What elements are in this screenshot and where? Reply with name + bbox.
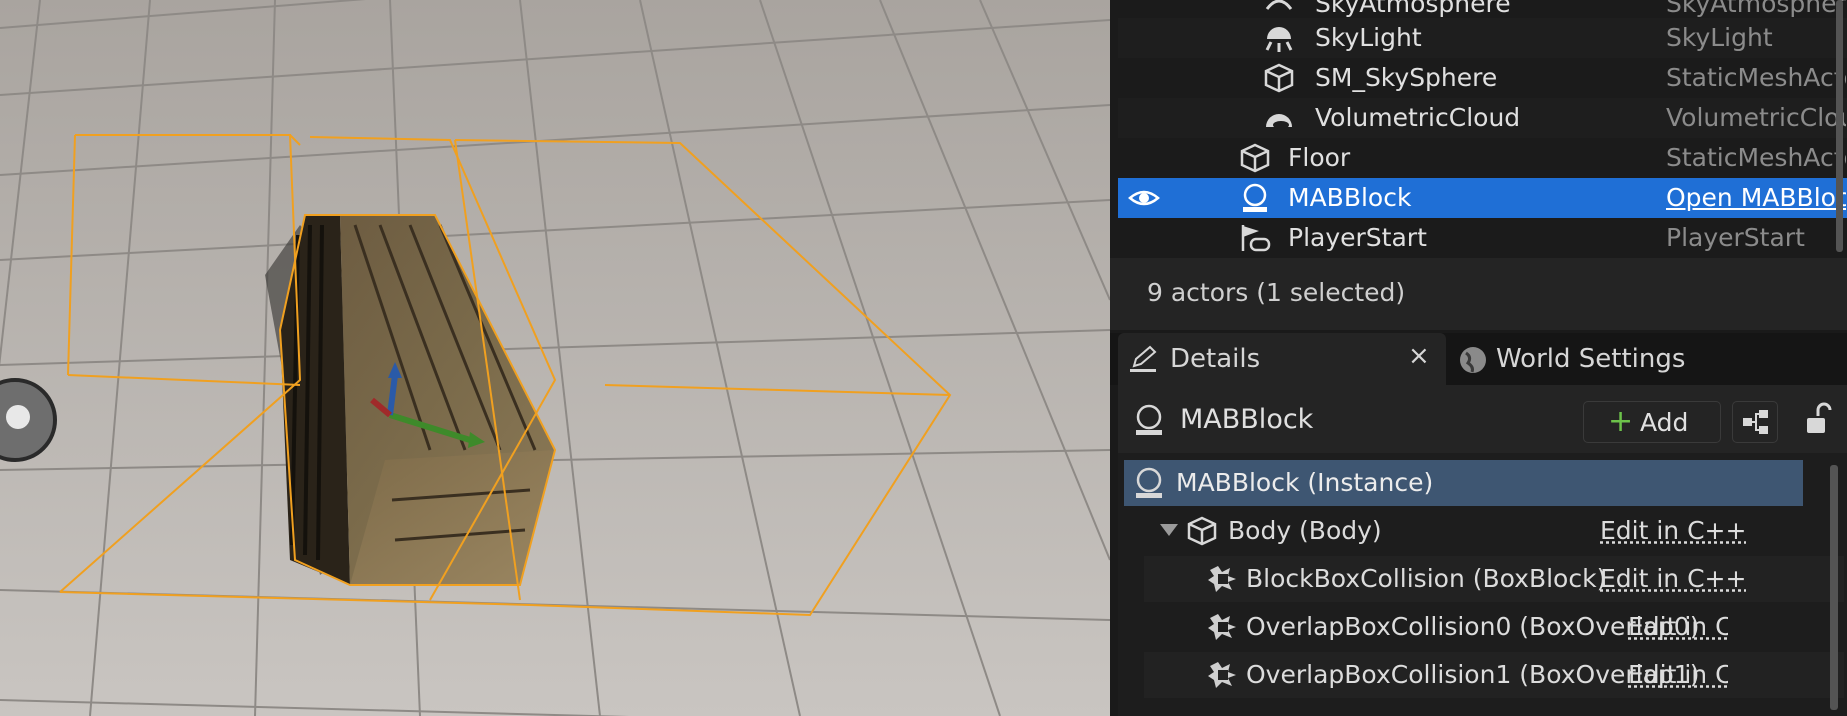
add-component-button[interactable]: + Add	[1583, 401, 1721, 443]
chevron-down-icon[interactable]	[1160, 524, 1178, 536]
outliner-item-playerstart[interactable]: PlayerStart PlayerStart	[1118, 218, 1847, 258]
outliner-item-skylight[interactable]: SkyLight SkyLight	[1118, 18, 1847, 58]
close-tab-icon[interactable]: ×	[1408, 341, 1430, 371]
outliner-item-type: SkyAtmosphere	[1666, 0, 1846, 18]
details-header: MABBlock + Add	[1118, 385, 1847, 453]
component-row-overlapboxcollision0[interactable]: OverlapBoxCollision0 (BoxOverlap0) Edit …	[1144, 604, 1844, 650]
box-collision-icon	[1206, 612, 1238, 642]
actor-icon	[1132, 467, 1166, 499]
outliner-scrollbar[interactable]	[1836, 0, 1843, 252]
outliner-item-label: MABBlock	[1288, 183, 1412, 212]
outliner-item-floor[interactable]: Floor StaticMeshActor	[1118, 138, 1847, 178]
volumetric-cloud-icon	[1263, 103, 1295, 133]
level-viewport[interactable]	[0, 0, 1110, 716]
static-mesh-icon	[1186, 516, 1218, 546]
outliner-item-type: VolumetricCloud	[1666, 103, 1846, 132]
details-tab-bar: Details × World Settings	[1110, 333, 1847, 385]
outliner-item-type: PlayerStart	[1666, 223, 1805, 252]
outliner-item-label: VolumetricCloud	[1315, 103, 1521, 132]
open-blueprint-link[interactable]: Open MABBlock	[1666, 183, 1846, 212]
globe-icon	[1458, 345, 1488, 375]
static-mesh-icon	[1239, 143, 1271, 173]
outliner-item-label: Floor	[1288, 143, 1351, 172]
outliner-item-sm-skysphere[interactable]: SM_SkySphere StaticMeshActor	[1118, 58, 1847, 98]
details-scrollbar[interactable]	[1830, 465, 1838, 710]
outliner-item-type: StaticMeshActor	[1666, 143, 1846, 172]
selected-actor-name: MABBlock	[1180, 404, 1314, 435]
component-row-body[interactable]: Body (Body) Edit in C++	[1144, 508, 1844, 554]
component-label: Body (Body)	[1228, 516, 1382, 545]
outliner-item-label: SkyLight	[1315, 23, 1422, 52]
tab-details[interactable]: Details ×	[1118, 333, 1446, 385]
component-label: BlockBoxCollision (BoxBlock)	[1246, 564, 1607, 593]
outliner-item-type: StaticMeshActor	[1666, 63, 1846, 92]
add-button-label: Add	[1640, 408, 1689, 437]
outliner-item-mabblock[interactable]: MABBlock Open MABBlock	[1118, 178, 1847, 218]
outliner-item-label: SkyAtmosphere	[1315, 0, 1511, 18]
viewport-scene[interactable]	[0, 0, 1110, 716]
sky-light-icon	[1263, 23, 1295, 53]
instance-label: MABBlock (Instance)	[1176, 468, 1434, 497]
edit-in-cpp-link[interactable]: Edit in C++	[1628, 612, 1728, 641]
static-mesh-icon	[1263, 63, 1295, 93]
outliner-status-bar: 9 actors (1 selected)	[1110, 258, 1847, 330]
tab-world-settings-label: World Settings	[1496, 344, 1686, 374]
pencil-icon	[1128, 345, 1158, 375]
world-outliner: SkyAtmosphere SkyAtmosphere SkyLight Sky…	[1110, 0, 1847, 258]
actor-icon	[1132, 404, 1166, 436]
lock-icon[interactable]	[1804, 402, 1832, 436]
actor-count-label: 9 actors (1 selected)	[1147, 278, 1406, 307]
outliner-item-type: SkyLight	[1666, 23, 1773, 52]
outliner-item-label: SM_SkySphere	[1315, 63, 1498, 92]
component-row-overlapboxcollision1[interactable]: OverlapBoxCollision1 (BoxOverlap1) Edit …	[1144, 652, 1844, 698]
edit-in-cpp-link[interactable]: Edit in C++	[1628, 660, 1728, 689]
floor-surface	[0, 0, 1110, 716]
component-tree: MABBlock (Instance) Body (Body) Edit in …	[1118, 453, 1847, 716]
editor-side-panel: SkyAtmosphere SkyAtmosphere SkyLight Sky…	[1110, 0, 1847, 716]
plus-icon: +	[1608, 404, 1634, 439]
sky-atmosphere-icon	[1263, 0, 1295, 19]
tab-world-settings[interactable]: World Settings	[1448, 333, 1748, 385]
actor-icon	[1239, 183, 1271, 213]
edit-in-cpp-link[interactable]: Edit in C++	[1600, 564, 1820, 593]
player-start-icon	[1239, 223, 1271, 253]
visibility-eye-icon[interactable]	[1128, 183, 1160, 213]
hierarchy-icon	[1741, 408, 1769, 436]
edit-in-cpp-link[interactable]: Edit in C++	[1600, 516, 1820, 545]
component-row-blockboxcollision[interactable]: BlockBoxCollision (BoxBlock) Edit in C++	[1144, 556, 1844, 602]
outliner-item-volumetriccloud[interactable]: VolumetricCloud VolumetricCloud	[1118, 98, 1847, 138]
component-row-instance[interactable]: MABBlock (Instance)	[1124, 460, 1803, 506]
blueprint-hierarchy-button[interactable]	[1732, 401, 1778, 443]
box-collision-icon	[1206, 564, 1238, 594]
outliner-item-label: PlayerStart	[1288, 223, 1427, 252]
box-collision-icon	[1206, 660, 1238, 690]
tab-details-label: Details	[1170, 344, 1261, 374]
